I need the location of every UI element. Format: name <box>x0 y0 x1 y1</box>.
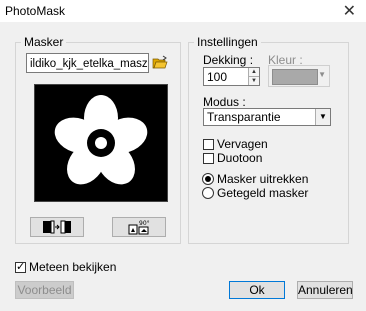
invert-icon <box>42 220 72 237</box>
rotate-90-icon: 90° <box>127 220 151 238</box>
kleur-swatch <box>272 69 318 85</box>
radio-getegeld-masker[interactable] <box>202 187 214 199</box>
meteen-bekijken-label: Meteen bekijken <box>29 260 117 274</box>
radio-masker-uitrekken[interactable] <box>202 173 214 185</box>
instellingen-group-label: Instellingen <box>194 35 261 49</box>
masker-group-label: Masker <box>21 35 67 49</box>
masker-uitrekken-label: Masker uitrekken <box>217 172 309 186</box>
checkmark-icon: ✓ <box>16 261 26 273</box>
dekking-value: 100 <box>207 70 228 84</box>
modus-label: Modus : <box>203 95 246 109</box>
chevron-down-icon[interactable]: ▼ <box>315 109 330 125</box>
spin-up-icon[interactable]: ▲ <box>249 68 259 77</box>
mask-filename-field[interactable]: ildiko_kjk_etelka_maszk_1.jpg <box>26 53 149 73</box>
kleur-color-picker: ▼ <box>268 65 330 87</box>
duotoon-checkbox[interactable] <box>203 153 214 164</box>
meteen-bekijken-checkbox[interactable]: ✓ <box>15 261 26 273</box>
mask-preview <box>34 84 168 202</box>
dekking-label: Dekking : <box>203 53 254 67</box>
dekking-spinbox[interactable]: 100 ▲ ▼ <box>203 67 260 86</box>
duotoon-label: Duotoon <box>217 151 263 165</box>
spin-down-icon[interactable]: ▼ <box>249 77 259 85</box>
rotate-90-button[interactable]: 90° <box>112 217 166 237</box>
chevron-down-icon: ▼ <box>318 70 326 79</box>
svg-text:90°: 90° <box>139 220 150 227</box>
getegeld-masker-label: Getegeld masker <box>217 186 309 200</box>
invert-button[interactable] <box>30 217 84 237</box>
radio-selected-dot <box>205 176 211 182</box>
window-title: PhotoMask <box>5 4 66 18</box>
ok-button[interactable]: Ok <box>229 281 285 299</box>
modus-value: Transparantie <box>207 110 281 124</box>
modus-select[interactable]: Transparantie ▼ <box>203 108 331 126</box>
title-bar: PhotoMask ✕ <box>0 0 366 22</box>
annuleren-button[interactable]: Annuleren <box>297 281 353 299</box>
vervagen-label: Vervagen <box>217 137 268 151</box>
voorbeeld-button[interactable]: Voorbeeld <box>15 281 74 299</box>
dekking-spin-arrows[interactable]: ▲ ▼ <box>248 68 259 85</box>
flower-mask-image <box>54 95 148 185</box>
vervagen-checkbox[interactable] <box>203 139 214 150</box>
close-icon[interactable]: ✕ <box>343 1 356 21</box>
folder-open-icon[interactable] <box>152 55 168 71</box>
